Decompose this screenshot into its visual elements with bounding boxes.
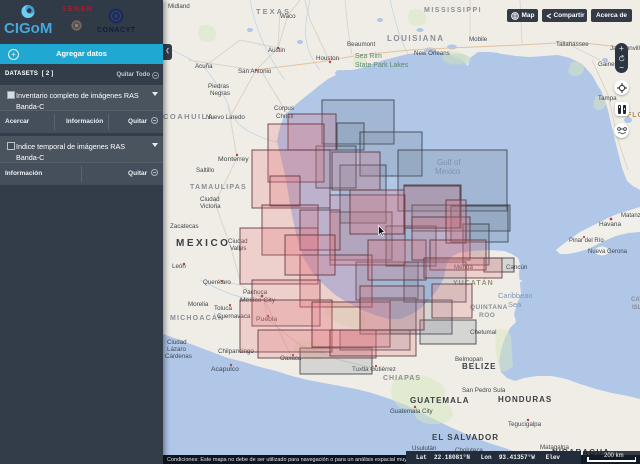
svg-text:BELIZE: BELIZE xyxy=(462,362,496,371)
svg-text:Caribbean: Caribbean xyxy=(498,291,533,300)
svg-text:Ciudad: Ciudad xyxy=(200,196,220,203)
svg-text:Pinar del Río: Pinar del Río xyxy=(569,238,604,244)
svg-text:San Pedro Sula: San Pedro Sula xyxy=(462,387,506,394)
svg-text:Negras: Negras xyxy=(210,90,230,97)
svg-text:LOUISIANA: LOUISIANA xyxy=(387,34,445,43)
svg-text:Tallahassee: Tallahassee xyxy=(556,41,589,48)
svg-text:Mobile: Mobile xyxy=(469,36,488,43)
svg-text:HONDURAS: HONDURAS xyxy=(498,395,552,404)
svg-text:Waco: Waco xyxy=(280,13,296,20)
svg-text:MEXICO: MEXICO xyxy=(176,238,230,249)
svg-text:New Orleans: New Orleans xyxy=(414,50,450,57)
svg-text:ISLAN: ISLAN xyxy=(632,305,640,311)
svg-text:EL SALVADOR: EL SALVADOR xyxy=(432,433,499,442)
svg-text:Zacatecas: Zacatecas xyxy=(170,223,199,230)
svg-text:Corpus: Corpus xyxy=(274,105,294,112)
svg-text:GUATEMALA: GUATEMALA xyxy=(410,396,470,405)
svg-text:Saltillo: Saltillo xyxy=(196,167,215,174)
svg-text:Houston: Houston xyxy=(316,55,340,62)
svg-text:Piedras: Piedras xyxy=(208,83,229,90)
svg-text:MISSISSIPPI: MISSISSIPPI xyxy=(424,7,482,14)
svg-text:TAMAULIPAS: TAMAULIPAS xyxy=(190,184,247,191)
svg-text:Nueva Gerona: Nueva Gerona xyxy=(588,249,628,255)
svg-text:Ciudad: Ciudad xyxy=(167,339,187,346)
svg-text:Nuevo Laredo: Nuevo Laredo xyxy=(206,114,245,121)
svg-text:Acuña: Acuña xyxy=(195,63,213,70)
svg-text:Tegucigalpa: Tegucigalpa xyxy=(508,421,542,428)
svg-text:CAYM: CAYM xyxy=(631,297,640,303)
svg-text:Sea: Sea xyxy=(508,300,522,309)
svg-text:Guatemala City: Guatemala City xyxy=(390,408,434,415)
svg-text:Beaumont: Beaumont xyxy=(347,41,375,48)
svg-text:Sea Rim: Sea Rim xyxy=(355,53,382,60)
svg-text:Havana: Havana xyxy=(599,221,621,228)
svg-text:Matagalpa: Matagalpa xyxy=(540,444,569,451)
svg-text:Morelia: Morelia xyxy=(188,301,209,308)
svg-text:Belmopan: Belmopan xyxy=(455,356,483,363)
svg-text:Querétaro: Querétaro xyxy=(203,279,231,286)
svg-text:State Park Lakes: State Park Lakes xyxy=(355,62,409,69)
svg-text:Lázaro: Lázaro xyxy=(167,346,186,353)
svg-text:Victoria: Victoria xyxy=(200,203,221,210)
svg-text:San Antonio: San Antonio xyxy=(238,68,272,75)
svg-text:Tampa: Tampa xyxy=(598,95,617,102)
svg-text:QUINTANA: QUINTANA xyxy=(470,304,508,311)
svg-text:Acapulco: Acapulco xyxy=(211,366,239,373)
svg-text:CHIAPAS: CHIAPAS xyxy=(383,375,421,382)
svg-text:Monterrey: Monterrey xyxy=(218,156,249,163)
svg-text:Matanzas: Matanzas xyxy=(621,213,640,219)
svg-text:Cárdenas: Cárdenas xyxy=(165,353,192,360)
svg-text:Midland: Midland xyxy=(168,3,190,10)
svg-text:ROO: ROO xyxy=(479,312,495,319)
